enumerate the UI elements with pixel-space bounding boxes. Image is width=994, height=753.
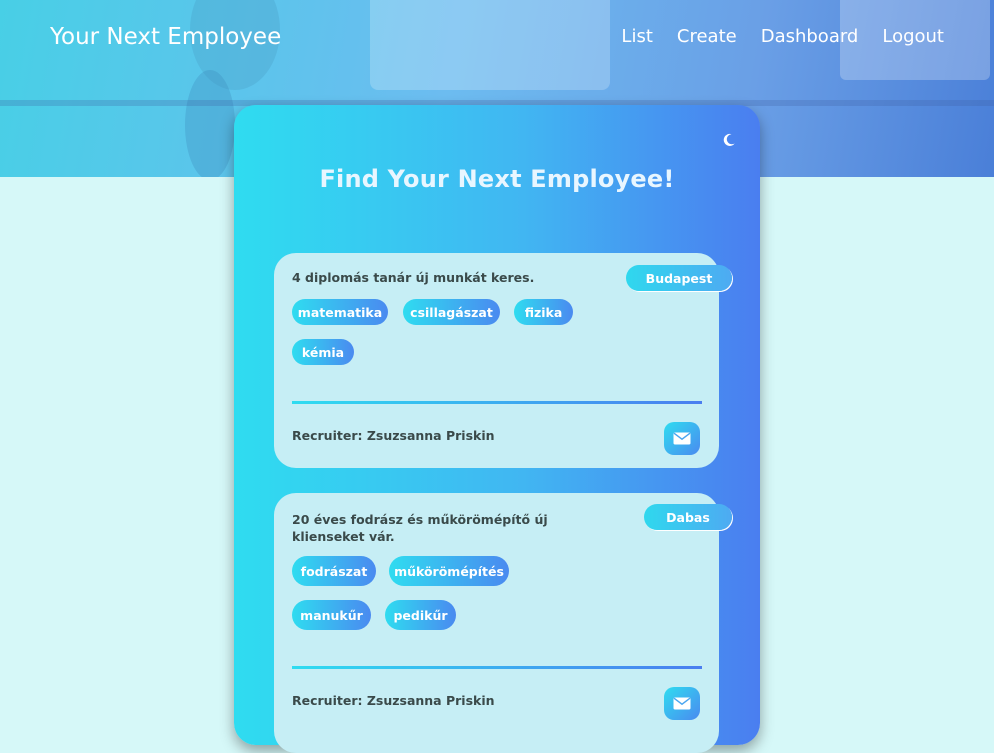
- skill-tag[interactable]: csillagászat: [403, 299, 500, 325]
- brand-title[interactable]: Your Next Employee: [50, 24, 281, 50]
- skill-tag[interactable]: kémia: [292, 339, 354, 365]
- skill-tag-list: matematika csillagászat fizika kémia: [292, 299, 592, 369]
- moon-icon[interactable]: [722, 133, 736, 147]
- job-description: 20 éves fodrász és műkörömépítő új klien…: [292, 512, 548, 544]
- contact-button[interactable]: [664, 687, 700, 720]
- main-nav: List Create Dashboard Logout: [621, 26, 944, 47]
- skill-tag[interactable]: fizika: [514, 299, 573, 325]
- skill-tag[interactable]: műkörömépítés: [389, 556, 509, 586]
- envelope-icon: [673, 697, 691, 710]
- card-divider: [292, 666, 702, 669]
- nav-create-link[interactable]: Create: [677, 26, 737, 47]
- envelope-icon: [673, 432, 691, 445]
- skill-tag[interactable]: matematika: [292, 299, 388, 325]
- skill-tag[interactable]: manukűr: [292, 600, 371, 630]
- job-card: 4 diplomás tanár új munkát keres. Budape…: [274, 253, 732, 468]
- job-description: 4 diplomás tanár új munkát keres.: [292, 270, 535, 285]
- hero-background-papers: [370, 0, 610, 90]
- skill-tag-list: fodrászat műkörömépítés manukűr pedikűr: [292, 556, 592, 636]
- page-title: Find Your Next Employee!: [319, 165, 675, 193]
- nav-list-link[interactable]: List: [621, 26, 652, 47]
- job-card: 20 éves fodrász és műkörömépítő új klien…: [274, 493, 732, 753]
- recruiter-name: Recruiter: Zsuzsanna Priskin: [292, 428, 495, 443]
- skill-tag[interactable]: pedikűr: [385, 600, 456, 630]
- card-divider: [292, 401, 702, 404]
- contact-button[interactable]: [664, 422, 700, 455]
- hero-background-figure-arm: [185, 70, 235, 177]
- nav-dashboard-link[interactable]: Dashboard: [761, 26, 859, 47]
- skill-tag[interactable]: fodrászat: [292, 556, 376, 586]
- location-badge: Dabas: [644, 504, 732, 530]
- location-badge: Budapest: [626, 265, 732, 291]
- nav-logout-link[interactable]: Logout: [882, 26, 944, 47]
- job-list-panel: Find Your Next Employee! 4 diplomás taná…: [234, 105, 760, 753]
